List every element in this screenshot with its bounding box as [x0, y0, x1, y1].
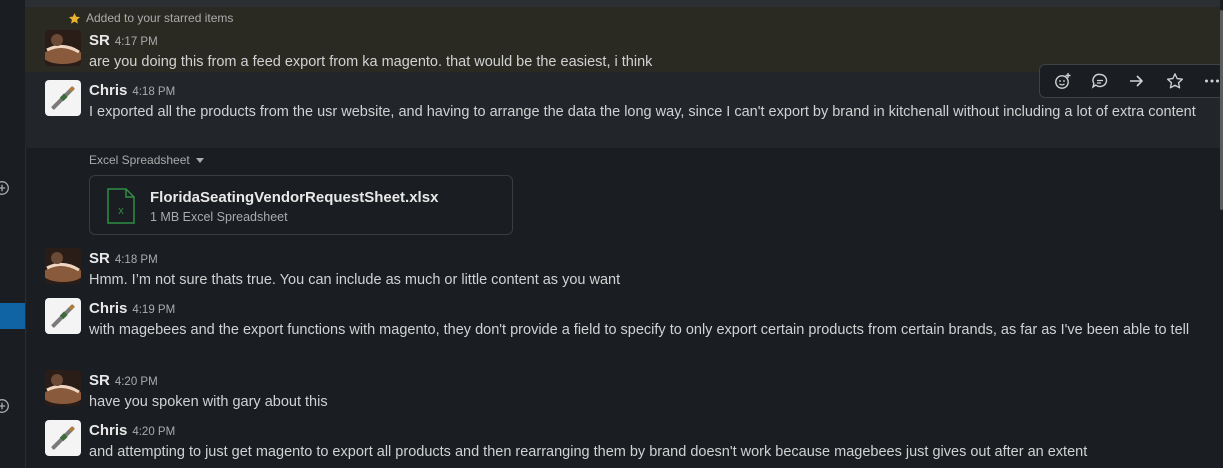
add-app-icon[interactable]: [0, 398, 10, 414]
sender-name[interactable]: Chris: [89, 300, 127, 317]
sender-name[interactable]: SR: [89, 372, 110, 389]
sender-name[interactable]: Chris: [89, 82, 127, 99]
avatar-sr[interactable]: [45, 370, 81, 406]
svg-text:x: x: [118, 205, 124, 217]
timestamp[interactable]: 4:17 PM: [115, 36, 158, 48]
avatar-chris[interactable]: [45, 420, 81, 456]
header-edge: [25, 0, 1220, 7]
excel-file-icon: x: [106, 188, 136, 224]
file-attachment-card[interactable]: x FloridaSeatingVendorRequestSheet.xlsx …: [89, 175, 513, 235]
attachment-type-toggle[interactable]: Excel Spreadsheet: [89, 153, 204, 167]
slack-window: Added to your starred items SR 4:17 PM a…: [0, 0, 1223, 468]
message-text: I exported all the products from the usr…: [89, 104, 1196, 120]
timestamp[interactable]: 4:18 PM: [115, 254, 158, 266]
message-text: with magebees and the export functions w…: [89, 322, 1190, 338]
file-name[interactable]: FloridaSeatingVendorRequestSheet.xlsx: [150, 189, 438, 206]
message-text: have you spoken with gary about this: [89, 394, 328, 410]
sidebar-active-item[interactable]: [0, 303, 25, 329]
avatar-sr[interactable]: [45, 30, 81, 66]
attachment-type-label: Excel Spreadsheet: [89, 153, 190, 167]
caret-down-icon: [195, 153, 204, 167]
timestamp[interactable]: 4:18 PM: [132, 86, 175, 98]
message-text: and attempting to just get magento to ex…: [89, 444, 1088, 460]
reply-thread-icon[interactable]: [1085, 67, 1115, 95]
message-text: Hmm. I’m not sure thats true. You can in…: [89, 272, 621, 288]
share-icon[interactable]: [1122, 67, 1152, 95]
sender-name[interactable]: Chris: [89, 422, 127, 439]
star-icon[interactable]: [1160, 67, 1190, 95]
timestamp[interactable]: 4:20 PM: [115, 376, 158, 388]
timestamp[interactable]: 4:19 PM: [132, 304, 175, 316]
file-meta: 1 MB Excel Spreadsheet: [150, 210, 288, 224]
sender-name[interactable]: SR: [89, 250, 110, 267]
add-reaction-icon[interactable]: [1048, 67, 1078, 95]
avatar-sr[interactable]: [45, 248, 81, 284]
sidebar: [0, 0, 26, 468]
message-actions-toolbar: [1039, 64, 1223, 98]
avatar-chris[interactable]: [45, 80, 81, 116]
starred-notice-text: Added to your starred items: [86, 11, 234, 25]
star-filled-icon: [68, 12, 81, 25]
starred-notice: Added to your starred items: [68, 11, 233, 25]
message-list: Added to your starred items SR 4:17 PM a…: [25, 0, 1223, 468]
add-channel-icon[interactable]: [0, 180, 10, 196]
timestamp[interactable]: 4:20 PM: [132, 426, 175, 438]
sender-name[interactable]: SR: [89, 32, 110, 49]
avatar-chris[interactable]: [45, 298, 81, 334]
